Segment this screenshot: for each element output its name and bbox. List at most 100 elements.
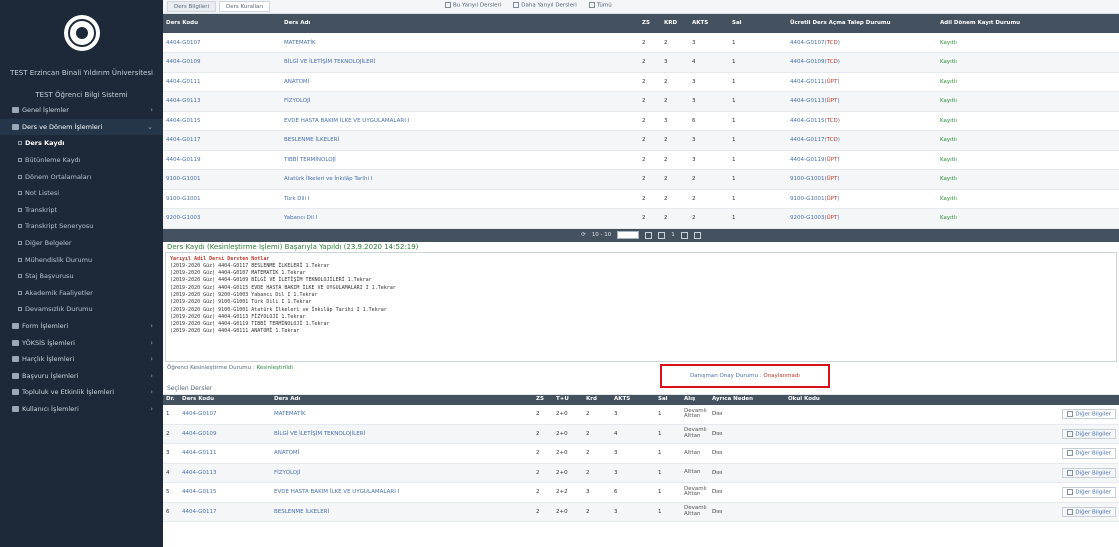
col-tu[interactable]: T+U: [553, 394, 583, 405]
col-ders-adi[interactable]: Ders Adı: [281, 14, 639, 33]
course-name-link[interactable]: BESLENME İLKELERİ: [271, 502, 533, 522]
course-code-link[interactable]: 9200-G1003: [163, 208, 281, 229]
last-page-icon[interactable]: [693, 231, 701, 239]
closed-course-code[interactable]: 4404-G0119: [790, 157, 824, 163]
course-name-link[interactable]: BİLGİ VE İLETİŞİM TEKNOLOJİLERİ: [281, 52, 639, 73]
subitem-donem-ortalamalari[interactable]: Dönem Ortalamaları: [0, 168, 163, 185]
course-code-link[interactable]: 4404-G0117: [163, 130, 281, 151]
closed-course-code[interactable]: 4404-G0111: [790, 79, 824, 85]
col-ders-adi-2[interactable]: Ders Adı: [271, 394, 533, 405]
university-logo[interactable]: [63, 15, 100, 51]
sidebar-item-genel[interactable]: Genel İşlemler ›: [0, 102, 163, 119]
course-code-link[interactable]: 4404-G0119: [163, 150, 281, 170]
col-ucretli[interactable]: Ücretli Ders Açma Talep Durumu: [787, 14, 937, 33]
subitem-staj[interactable]: Staj Başvurusu: [0, 268, 163, 285]
subitem-akademik[interactable]: Akademik Faaliyetler: [0, 285, 163, 302]
course-code-link[interactable]: 4404-G0107: [179, 404, 271, 425]
sidebar-item-yoksis[interactable]: YÖKSİS İşlemleri ›: [0, 334, 163, 351]
col-no[interactable]: Dr.: [163, 394, 179, 405]
course-code-link[interactable]: 4404-G0115: [179, 482, 271, 503]
course-name-link[interactable]: Yabancı Dil I: [281, 208, 639, 229]
page-size-select[interactable]: [617, 231, 640, 239]
course-code-link[interactable]: 4404-G0107: [163, 33, 281, 53]
course-name-link[interactable]: EVDE HASTA BAKIM İLKE VE UYGULAMALARI I: [271, 482, 533, 503]
prev-page-icon[interactable]: [658, 231, 666, 239]
sidebar-item-form[interactable]: Form İşlemleri ›: [0, 318, 163, 335]
closed-course-code[interactable]: 4404-G0109: [790, 59, 824, 65]
page-number[interactable]: 1: [671, 232, 675, 238]
other-info-button[interactable]: Diğer Bilgiler: [1062, 506, 1116, 517]
closed-course-code[interactable]: 4404-G0117: [790, 137, 824, 143]
col-zs-2[interactable]: ZS: [533, 394, 553, 405]
col-kayit-durumu[interactable]: Adil Dönem Kayıt Durumu: [937, 14, 1119, 33]
other-info-button[interactable]: Diğer Bilgiler: [1062, 448, 1116, 459]
subitem-transkript[interactable]: Transkript: [0, 202, 163, 219]
col-akts-2[interactable]: AKTS: [611, 394, 655, 405]
other-info-button[interactable]: Diğer Bilgiler: [1062, 487, 1116, 498]
filter-bu-yariyil[interactable]: Bu Yarıyıl Dersleri: [445, 2, 501, 9]
course-code-link[interactable]: 4404-G0109: [179, 424, 271, 444]
closed-course-code[interactable]: 4404-G0115: [790, 118, 824, 124]
other-info-button[interactable]: Diğer Bilgiler: [1062, 467, 1116, 478]
subitem-transkript-senaryosu[interactable]: Transkript Seneryosu: [0, 218, 163, 235]
other-info-button[interactable]: Diğer Bilgiler: [1062, 408, 1116, 420]
other-info-button[interactable]: Diğer Bilgiler: [1062, 428, 1116, 439]
tab-ders-kurallari[interactable]: Ders Kuralları: [219, 1, 271, 12]
course-name-link[interactable]: BESLENME İLKELERİ: [281, 130, 639, 151]
col-akts[interactable]: AKTS: [689, 14, 729, 33]
col-sal-2[interactable]: Sal: [655, 394, 681, 405]
course-name-link[interactable]: MATEMATİK: [271, 404, 533, 425]
course-name-link[interactable]: ANATOMİ: [281, 72, 639, 92]
first-page-icon[interactable]: [645, 231, 653, 239]
course-code-link[interactable]: 4404-G0111: [179, 443, 271, 464]
closed-course-code[interactable]: 9100-G1001: [790, 176, 824, 182]
course-name-link[interactable]: Türk Dili I: [281, 189, 639, 209]
course-name-link[interactable]: BİLGİ VE İLETİŞİM TEKNOLOJİLERİ: [271, 424, 533, 444]
col-krd[interactable]: KRD: [661, 14, 689, 33]
col-zs[interactable]: ZS: [639, 14, 661, 33]
course-code-link[interactable]: 9100-G1001: [163, 169, 281, 190]
col-alis[interactable]: Alış: [681, 394, 709, 405]
course-name-link[interactable]: ANATOMİ: [271, 443, 533, 464]
course-code-link[interactable]: 4404-G0115: [163, 111, 281, 131]
course-code-link[interactable]: 4404-G0111: [163, 72, 281, 92]
course-code-link[interactable]: 4404-G0109: [163, 52, 281, 73]
col-krd-2[interactable]: Krd: [583, 394, 611, 405]
course-code-link[interactable]: 4404-G0113: [179, 463, 271, 483]
course-name-link[interactable]: EVDE HASTA BAKIM İLKE VE UYGULAMALARI I: [281, 111, 639, 131]
course-name-link[interactable]: Atatürk İlkeleri ve İnkılâp Tarihi I: [281, 169, 639, 190]
subitem-muhendislik[interactable]: Mühendislik Durumu: [0, 251, 163, 268]
closed-course-code[interactable]: 4404-G0113: [790, 98, 824, 104]
sidebar-item-ders-donem[interactable]: Ders ve Dönem İşlemleri ⌄: [0, 118, 163, 136]
sidebar-item-topluluk[interactable]: Topluluk ve Etkinlik İşlemleri ›: [0, 384, 163, 401]
col-ayrica-neden[interactable]: Ayrıca Neden: [709, 394, 785, 405]
closed-course-code[interactable]: 4404-G0107: [790, 40, 824, 46]
col-sal[interactable]: Sal: [729, 14, 787, 33]
subitem-ders-kaydi[interactable]: Ders Kaydı: [0, 135, 163, 152]
course-code-link[interactable]: 4404-G0113: [163, 91, 281, 112]
course-name-link[interactable]: FİZYOLOJİ: [271, 463, 533, 483]
course-name-link[interactable]: FİZYOLOJİ: [281, 91, 639, 112]
subitem-diger-belgeler[interactable]: Diğer Belgeler: [0, 235, 163, 252]
filter-daha-yariyil[interactable]: Daha Yarıyıl Dersleri: [513, 2, 576, 9]
closed-course-code[interactable]: 9200-G1003: [790, 215, 824, 221]
subitem-devamsizlik[interactable]: Devamsızlık Durumu: [0, 301, 163, 318]
course-name-link[interactable]: TIBBİ TERMİNOLOJİ: [281, 150, 639, 170]
course-code-link[interactable]: 9100-G1001: [163, 189, 281, 209]
course-name-link[interactable]: MATEMATİK: [281, 33, 639, 53]
col-ders-kodu[interactable]: Ders Kodu: [163, 14, 281, 33]
sidebar-item-harclik[interactable]: Harçlık İşlemleri ›: [0, 351, 163, 368]
subitem-butunleme[interactable]: Bütünleme Kaydı: [0, 152, 163, 169]
other-info-cell: Diğer Bilgiler: [985, 443, 1119, 464]
tab-ders-bilgileri[interactable]: Ders Bilgileri: [167, 1, 217, 12]
col-ders-kodu-2[interactable]: Ders Kodu: [179, 394, 271, 405]
filter-tumu[interactable]: Tümü: [589, 2, 612, 9]
sidebar-item-kullanici[interactable]: Kullanıcı İşlemleri ›: [0, 401, 163, 418]
sidebar-item-basvuru[interactable]: Başvuru İşlemleri ›: [0, 368, 163, 385]
course-code-link[interactable]: 4404-G0117: [179, 502, 271, 522]
closed-course-code[interactable]: 9100-G1001: [790, 196, 824, 202]
next-page-icon[interactable]: [680, 231, 688, 239]
col-okul-kodu[interactable]: Okul Kodu: [785, 394, 985, 405]
refresh-icon[interactable]: ⟳: [581, 232, 586, 238]
subitem-not-listesi[interactable]: Not Listesi: [0, 185, 163, 202]
